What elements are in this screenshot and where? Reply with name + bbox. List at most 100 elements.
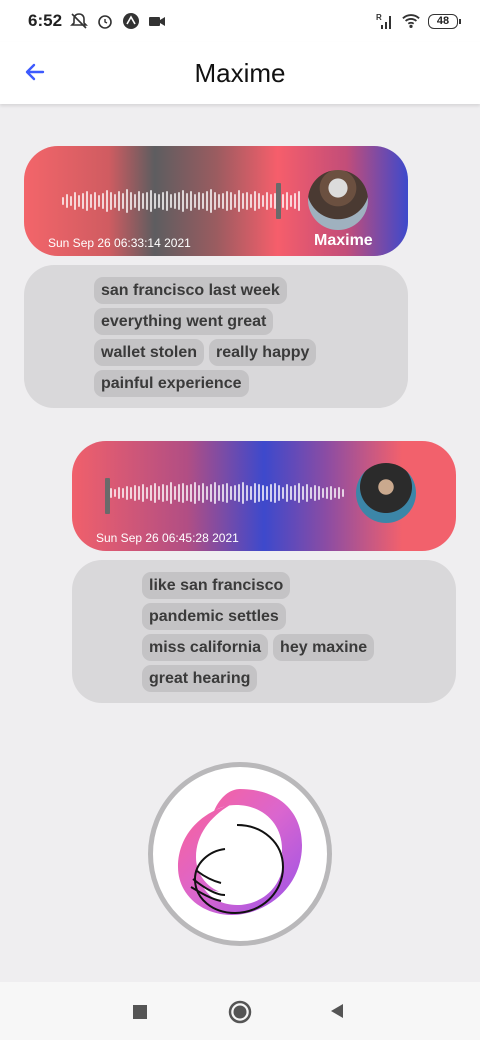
waveform-bar <box>294 485 296 501</box>
waveform-bar <box>82 193 84 209</box>
waveform-bar <box>86 191 88 211</box>
status-right: R 48 <box>376 12 461 30</box>
keyword-chip[interactable]: hey maxine <box>273 634 375 661</box>
keyword-chip[interactable]: everything went great <box>94 308 274 335</box>
waveform-bar <box>322 488 324 498</box>
waveform-bar <box>126 486 128 500</box>
waveform-bar <box>238 190 240 212</box>
keyword-row: miss california hey maxine <box>142 634 456 661</box>
waveform-bar <box>334 488 336 498</box>
keyword-row: wallet stolen really happy <box>94 339 408 366</box>
waveform-bar <box>222 193 224 209</box>
waveform-bar <box>306 484 308 502</box>
waveform-bar <box>122 193 124 209</box>
waveform-bar <box>226 191 228 211</box>
waveform-bar <box>198 485 200 501</box>
waveform-bar <box>186 485 188 501</box>
waveform-bar <box>110 192 112 210</box>
waveform-bar <box>314 485 316 501</box>
waveform-bar <box>266 192 268 210</box>
waveform-bar <box>270 194 272 208</box>
keyword-chip[interactable]: wallet stolen <box>94 339 205 366</box>
waveform-bar <box>178 484 180 502</box>
notifications-off-icon <box>70 12 88 30</box>
waveform-bar <box>134 485 136 501</box>
waveform-bar <box>310 487 312 499</box>
app-badge-icon <box>122 12 140 30</box>
status-left: 6:52 <box>28 11 166 31</box>
waveform-bar <box>162 484 164 502</box>
waveform-bar <box>250 194 252 208</box>
voice-message-1[interactable]: Maxime Sun Sep 26 06:33:14 2021 <box>24 146 408 256</box>
waveform-bar <box>162 192 164 210</box>
home-icon <box>228 1000 252 1024</box>
waveform-bar <box>242 193 244 209</box>
message-timestamp: Sun Sep 26 06:33:14 2021 <box>48 236 191 250</box>
status-bar: 6:52 R 48 <box>0 0 480 42</box>
keyword-chip[interactable]: miss california <box>142 634 269 661</box>
keyword-chip[interactable]: like san francisco <box>142 572 291 599</box>
waveform-bar <box>154 193 156 209</box>
playhead[interactable] <box>276 183 281 219</box>
waveform-bar <box>234 194 236 208</box>
waveform-bar <box>118 191 120 211</box>
waveform-bar <box>286 484 288 502</box>
waveform-bar <box>158 194 160 208</box>
waveform-bar <box>146 192 148 210</box>
keyword-chip[interactable]: san francisco last week <box>94 277 287 304</box>
waveform-bar <box>190 191 192 211</box>
waveform-bar <box>282 487 284 499</box>
keyword-chip[interactable]: really happy <box>209 339 317 366</box>
waveform-bar <box>278 485 280 501</box>
back-icon <box>331 1004 343 1018</box>
keyword-row: like san francisco <box>142 572 456 599</box>
waveform-bar <box>230 192 232 210</box>
waveform-bar <box>114 194 116 208</box>
keyword-chip[interactable]: great hearing <box>142 665 258 692</box>
waveform-bar <box>186 193 188 209</box>
waveform-bar <box>250 486 252 500</box>
keyword-row: great hearing <box>142 665 456 692</box>
ouroboros-logo-icon <box>178 789 302 915</box>
waveform-bar <box>258 484 260 502</box>
alarm-icon <box>96 12 114 30</box>
waveform-bar <box>290 486 292 500</box>
waveform-bar <box>166 485 168 501</box>
waveform-bar <box>302 486 304 500</box>
voice-message-2[interactable]: Sun Sep 26 06:45:28 2021 <box>72 441 456 551</box>
waveform-bar <box>178 192 180 210</box>
keyword-chip[interactable]: painful experience <box>94 370 249 397</box>
keyword-row: painful experience <box>94 370 408 397</box>
home-button[interactable] <box>226 998 254 1026</box>
waveform-bar <box>210 189 212 213</box>
waveform-bar <box>142 193 144 209</box>
waveform-bar <box>78 195 80 207</box>
waveform-bar <box>266 486 268 500</box>
waveform-bar <box>262 195 264 207</box>
keyword-bubble-2: like san francisco pandemic settles miss… <box>72 560 456 703</box>
nav-back-button[interactable] <box>326 1000 348 1022</box>
waveform-bar <box>174 193 176 209</box>
waveform-bar <box>146 487 148 499</box>
waveform-bar <box>318 486 320 500</box>
playhead[interactable] <box>105 478 110 514</box>
waveform-bar <box>330 486 332 500</box>
status-time: 6:52 <box>28 11 63 30</box>
message-timestamp: Sun Sep 26 06:45:28 2021 <box>96 531 239 545</box>
waveform-bar <box>282 194 284 208</box>
waveform-bar <box>294 193 296 209</box>
battery-icon: 48 <box>428 13 461 29</box>
avatar <box>356 463 416 523</box>
waveform-bar <box>130 487 132 499</box>
waveform-bar <box>218 485 220 501</box>
waveform[interactable] <box>106 473 344 513</box>
waveform-bar <box>254 483 256 503</box>
recent-apps-button[interactable] <box>130 1002 150 1022</box>
waveform-bar <box>166 191 168 211</box>
waveform-bar <box>198 192 200 210</box>
record-button[interactable] <box>148 762 332 946</box>
wifi-icon <box>402 12 420 30</box>
waveform[interactable] <box>62 181 300 221</box>
keyword-chip[interactable]: pandemic settles <box>142 603 286 630</box>
waveform-bar <box>142 484 144 502</box>
